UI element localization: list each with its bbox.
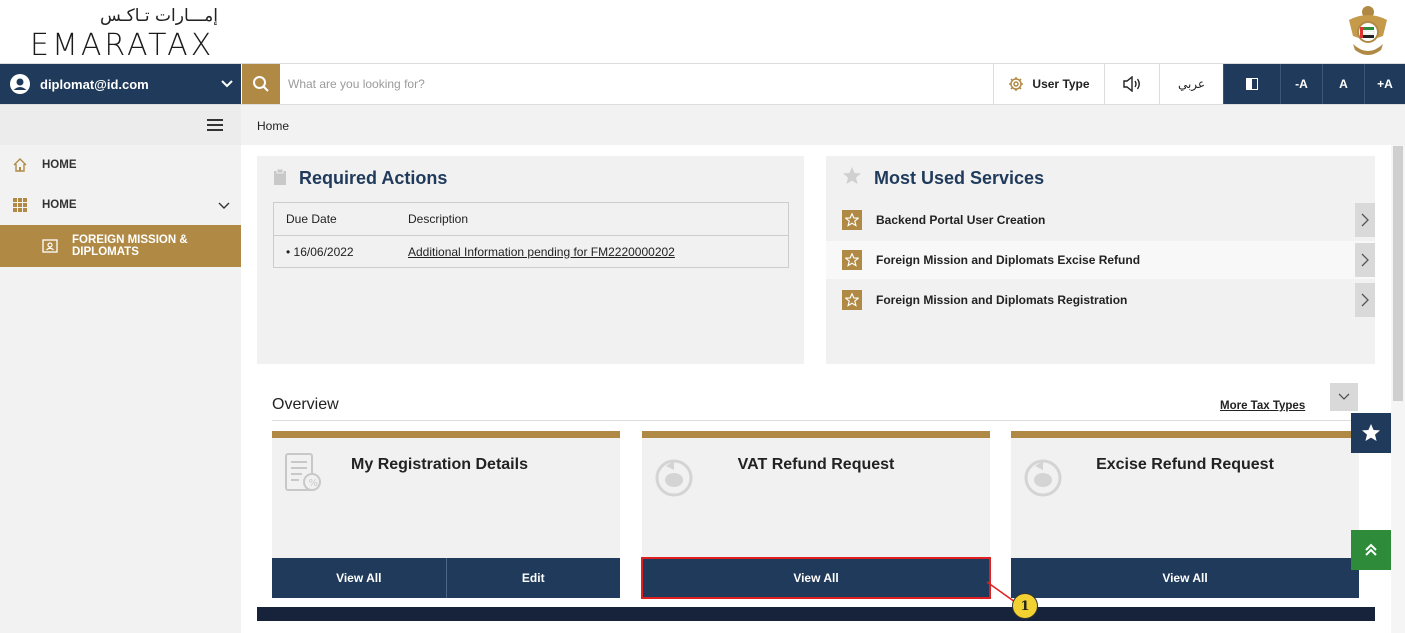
chevron-down-icon: [218, 202, 230, 209]
column-header-description: Description: [408, 212, 469, 226]
favorite-star-icon[interactable]: [842, 250, 862, 270]
font-increase-button[interactable]: +A: [1364, 64, 1405, 104]
user-email: diplomat@id.com: [40, 76, 149, 92]
search-input[interactable]: [288, 72, 968, 96]
view-all-button[interactable]: View All: [641, 557, 991, 599]
font-increase-label: +A: [1377, 77, 1393, 91]
card-title: Excise Refund Request: [1096, 456, 1274, 473]
card-title: My Registration Details: [351, 456, 528, 473]
most-used-services-title: Most Used Services: [874, 168, 1045, 188]
language-toggle[interactable]: عربي: [1159, 64, 1223, 104]
search-icon: [253, 76, 269, 92]
card-button-group: View All Edit: [272, 558, 620, 598]
sidebar-header: [0, 105, 241, 145]
table-header-row: Due Date Description: [274, 203, 788, 235]
more-tax-types-link[interactable]: More Tax Types: [1220, 400, 1305, 412]
sidebar: HOME HOME FOREIGN MISSION & DIPLOMATS: [0, 145, 241, 633]
star-icon: [843, 167, 861, 184]
user-type-label: User Type: [1032, 77, 1090, 91]
sidebar-item-home[interactable]: HOME: [0, 147, 241, 183]
main-content: Required Actions Due Date Description • …: [241, 145, 1405, 633]
clipboard-icon: [274, 168, 286, 185]
font-normal-label: A: [1339, 77, 1348, 91]
card-button-group: View All: [1011, 558, 1359, 598]
contrast-icon: [1246, 78, 1258, 90]
more-tax-types-toggle[interactable]: [1330, 383, 1358, 411]
callout-badge: 1: [1012, 593, 1038, 619]
card-vat-refund: VAT Refund Request View All: [641, 431, 991, 599]
user-type-button[interactable]: User Type: [993, 64, 1104, 104]
id-card-icon: [42, 239, 58, 253]
sidebar-item-label: HOME: [42, 199, 77, 211]
card-excise-refund: Excise Refund Request View All: [1011, 431, 1359, 598]
logo-english-text: EMARATAX: [30, 28, 215, 63]
home-icon: [13, 158, 27, 172]
user-avatar-icon: [10, 74, 30, 94]
svg-text:%: %: [309, 478, 319, 489]
sidebar-item-label: HOME: [42, 159, 77, 171]
user-menu[interactable]: diplomat@id.com: [0, 64, 241, 104]
overview-title: Overview: [272, 396, 339, 413]
sidebar-item-label: FOREIGN MISSION &: [72, 234, 188, 246]
chevron-down-icon: [221, 80, 233, 88]
chevron-right-icon[interactable]: [1355, 243, 1375, 277]
table-row: • 16/06/2022 Additional Information pend…: [274, 235, 788, 267]
speaker-icon: [1123, 76, 1140, 92]
chevron-right-icon[interactable]: [1355, 283, 1375, 317]
breadcrumb: Home: [241, 105, 1405, 145]
required-actions-table: Due Date Description • 16/06/2022 Additi…: [273, 202, 789, 268]
required-actions-panel: Required Actions Due Date Description • …: [257, 156, 804, 364]
card-title: VAT Refund Request: [737, 456, 895, 473]
favorite-star-icon[interactable]: [842, 290, 862, 310]
font-normal-button[interactable]: A: [1322, 64, 1364, 104]
view-all-button[interactable]: View All: [1011, 558, 1359, 598]
service-item-excise-refund[interactable]: Foreign Mission and Diplomats Excise Ref…: [826, 241, 1375, 279]
card-registration-details: % My Registration Details View All Edit: [272, 431, 620, 598]
overview-divider: [272, 420, 1360, 421]
double-chevron-up-icon: [1365, 543, 1377, 556]
star-icon: [1362, 424, 1380, 441]
favorites-button[interactable]: [1351, 413, 1391, 453]
chevron-down-icon: [1338, 393, 1350, 400]
chevron-right-icon[interactable]: [1355, 203, 1375, 237]
gear-icon: [1009, 77, 1024, 91]
most-used-services-panel: Most Used Services Backend Portal User C…: [826, 156, 1375, 364]
top-bar: diplomat@id.com User Type عربي: [0, 63, 1405, 105]
logo-arabic-text: إمـــارات تـاكـس: [100, 6, 218, 26]
card-button-group: View All: [641, 557, 991, 599]
sidebar-item-home-group[interactable]: HOME: [0, 187, 241, 223]
audio-button[interactable]: [1104, 64, 1159, 104]
service-label: Foreign Mission and Diplomats Excise Ref…: [876, 253, 1141, 267]
search-button[interactable]: [242, 64, 280, 104]
sidebar-item-label-line2: DIPLOMATS: [72, 246, 139, 258]
grid-icon: [13, 198, 27, 212]
contrast-toggle[interactable]: [1223, 64, 1280, 104]
font-decrease-button[interactable]: -A: [1280, 64, 1322, 104]
due-date-cell: • 16/06/2022: [286, 244, 354, 259]
view-all-button[interactable]: View All: [272, 558, 446, 598]
language-label: عربي: [1177, 77, 1206, 91]
sidebar-item-foreign-mission[interactable]: FOREIGN MISSION & DIPLOMATS: [0, 225, 241, 267]
edit-button[interactable]: Edit: [445, 558, 620, 598]
breadcrumb-home[interactable]: Home: [257, 119, 289, 133]
footer-bar: [257, 607, 1375, 621]
uae-emblem-icon: [1349, 6, 1387, 55]
service-item-registration[interactable]: Foreign Mission and Diplomats Registrati…: [826, 281, 1375, 319]
required-actions-title: Required Actions: [299, 168, 448, 188]
hamburger-menu-icon[interactable]: [207, 118, 223, 132]
required-action-link[interactable]: Additional Information pending for FM222…: [408, 245, 675, 259]
scroll-to-top-button[interactable]: [1351, 530, 1391, 570]
service-label: Backend Portal User Creation: [876, 213, 1046, 227]
service-label: Foreign Mission and Diplomats Registrati…: [876, 293, 1128, 307]
favorite-star-icon[interactable]: [842, 210, 862, 230]
scrollbar-thumb[interactable]: [1393, 146, 1403, 401]
column-header-due-date: Due Date: [286, 212, 337, 226]
font-decrease-label: -A: [1295, 77, 1308, 91]
service-item-backend-portal[interactable]: Backend Portal User Creation: [826, 201, 1375, 239]
